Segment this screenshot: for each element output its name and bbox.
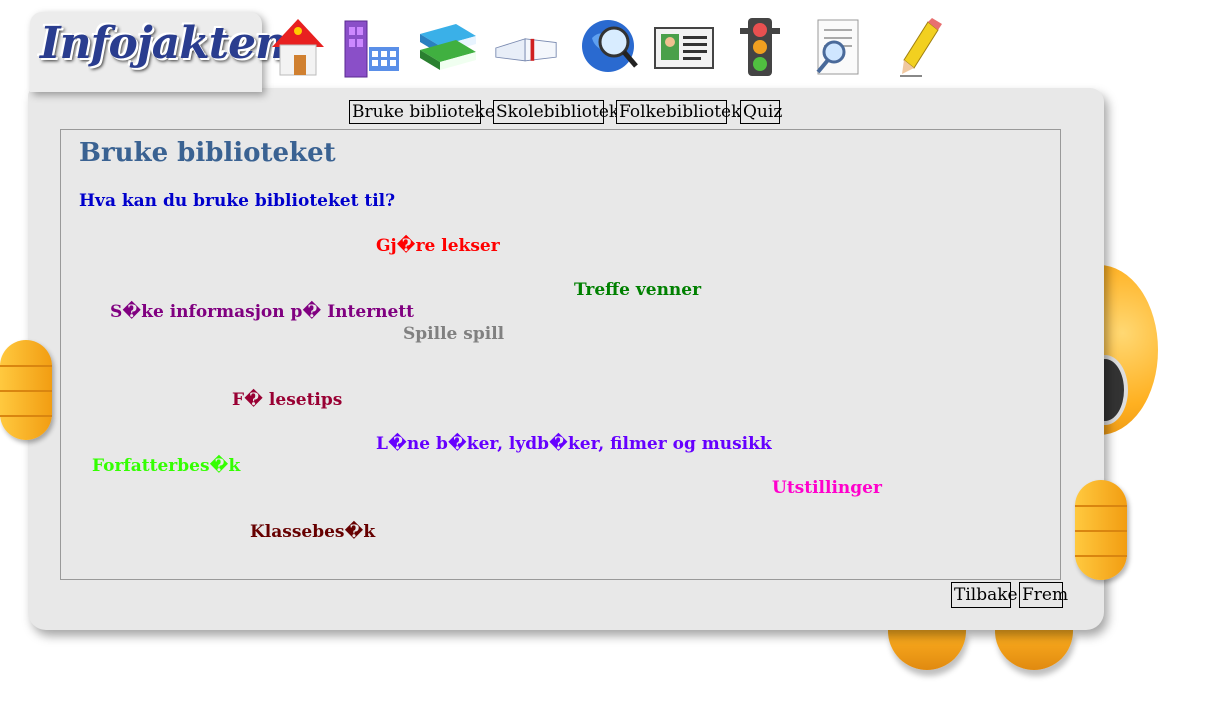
word-item: Treffe venner <box>574 280 702 300</box>
mascot-hand-right <box>1075 480 1127 580</box>
word-item: S�ke informasjon p� Internett <box>110 302 415 322</box>
tab-quiz[interactable]: Quiz <box>740 100 782 124</box>
word-item: Gj�re lekser <box>376 236 500 256</box>
globe-search-icon[interactable] <box>578 16 642 80</box>
word-item: Forfatterbes�k <box>92 456 241 476</box>
next-button[interactable]: Frem <box>1019 582 1068 608</box>
home-icon[interactable] <box>266 16 330 80</box>
word-item: Utstillinger <box>772 478 882 498</box>
tab-bruke-biblioteket[interactable]: Bruke biblioteket <box>349 100 502 124</box>
page-title: Bruke biblioteket <box>79 138 336 168</box>
word-item: L�ne b�ker, lydb�ker, filmer og musikk <box>376 434 772 454</box>
mascot-foot-right <box>995 630 1073 670</box>
pencil-icon[interactable] <box>890 16 954 80</box>
back-button[interactable]: Tilbake <box>951 582 1018 608</box>
word-item: F� lesetips <box>232 390 343 410</box>
word-item: Spille spill <box>403 324 505 344</box>
tab-skolebibliotek[interactable]: Skolebibliotek <box>493 100 619 124</box>
word-item: Klassebes�k <box>250 522 376 542</box>
site-logo[interactable]: Infojakten <box>40 18 287 69</box>
books-stack-icon[interactable] <box>416 16 480 80</box>
document-search-icon[interactable] <box>806 16 870 80</box>
mascot-hand-left <box>0 340 52 440</box>
page-question: Hva kan du bruke biblioteket til? <box>79 191 396 211</box>
open-book-icon[interactable] <box>494 16 558 80</box>
id-card-icon[interactable] <box>652 16 716 80</box>
tab-folkebibliotek[interactable]: Folkebibliotek <box>616 100 741 124</box>
library-shelf-icon[interactable] <box>338 16 402 80</box>
traffic-light-icon[interactable] <box>728 16 792 80</box>
mascot-foot-left <box>888 630 966 670</box>
